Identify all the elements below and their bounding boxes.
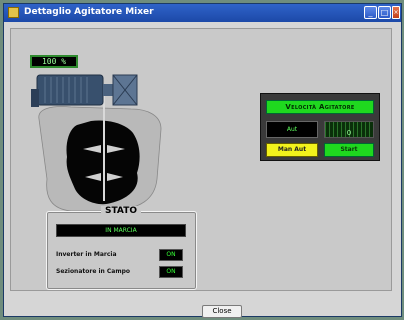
close-icon[interactable]: ×	[392, 6, 400, 19]
motor-coupling	[103, 84, 113, 96]
minimize-icon[interactable]: _	[364, 6, 377, 19]
stato-title: STATO	[101, 206, 141, 216]
inverter-label: Inverter in Marcia	[56, 251, 117, 258]
window-title: Dettaglio Agitatore Mixer	[24, 7, 154, 17]
velocity-title: Velocità Agitatore	[266, 100, 374, 114]
mixer-panel: 100 % Velocità Agitatore Aut 0 Man Aut S…	[10, 28, 392, 291]
inverter-status-led: ON	[159, 249, 183, 261]
stato-display: IN MARCIA	[56, 224, 186, 237]
motor-body	[36, 74, 104, 106]
title-bar[interactable]: Dettaglio Agitatore Mixer _ □ ×	[4, 4, 401, 22]
detail-window: Dettaglio Agitatore Mixer _ □ × 100 % Ve…	[3, 3, 402, 318]
app-icon	[8, 7, 19, 18]
close-button[interactable]: Close	[202, 305, 242, 318]
mode-display: Aut	[266, 121, 318, 138]
maximize-icon[interactable]: □	[378, 6, 391, 19]
motor-base	[31, 89, 39, 107]
sezionatore-label: Sezionatore in Campo	[56, 268, 131, 275]
speed-percent-display: 100 %	[30, 55, 78, 68]
auto-indicator-value: 0	[346, 129, 352, 137]
start-button[interactable]: Start	[324, 143, 374, 157]
stato-group: STATO IN MARCIA Inverter in Marcia ON Se…	[46, 206, 197, 290]
sezionatore-status-led: ON	[159, 266, 183, 278]
man-aut-button[interactable]: Man Aut	[266, 143, 318, 157]
auto-indicator: 0	[324, 121, 374, 138]
velocity-panel: Velocità Agitatore Aut 0 Man Aut Start	[260, 93, 380, 161]
